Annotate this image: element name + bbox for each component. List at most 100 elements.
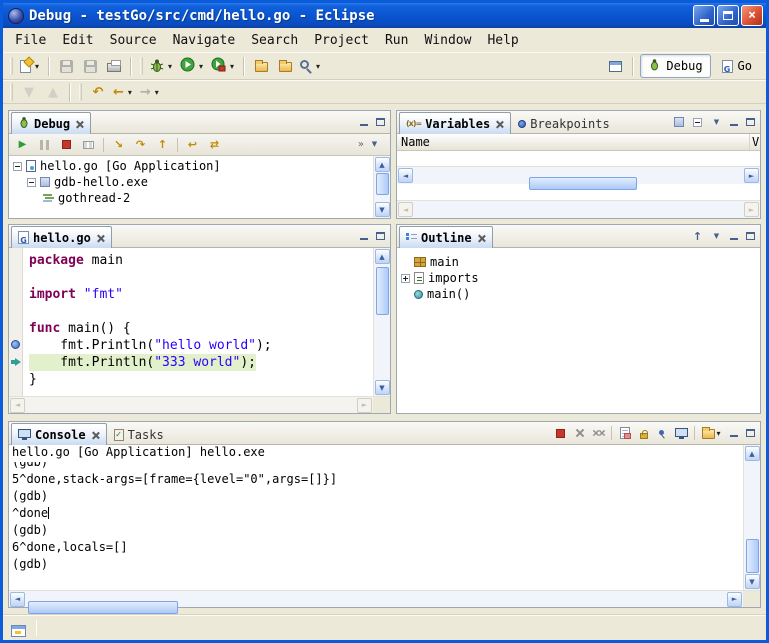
menu-help[interactable]: Help <box>479 30 526 51</box>
scroll-lock-button[interactable] <box>635 425 652 441</box>
scroll-up-button[interactable]: ▲ <box>745 446 760 461</box>
variables-tree[interactable] <box>397 151 760 166</box>
debug-perspective-button[interactable]: Debug <box>640 54 710 78</box>
scroll-left-button[interactable]: ◄ <box>398 202 413 217</box>
show-type-names-button[interactable] <box>670 114 687 130</box>
open-perspective-button[interactable] <box>604 54 626 78</box>
debug-tree-row[interactable]: gothread-2 <box>9 190 373 206</box>
collapse-all-button[interactable] <box>689 114 706 130</box>
outline-tree[interactable]: main imports main() <box>397 248 760 413</box>
step-filters-button[interactable]: ⇄ <box>205 136 224 154</box>
expand-expander-icon[interactable] <box>401 274 410 283</box>
scrollbar-track[interactable] <box>374 265 390 379</box>
drop-to-frame-button[interactable]: ↩ <box>183 136 202 154</box>
scroll-left-button[interactable]: ◄ <box>398 168 413 183</box>
console-vertical-scrollbar[interactable]: ▲ ▼ <box>743 445 760 590</box>
scrollbar-thumb[interactable] <box>376 173 389 195</box>
menu-edit[interactable]: Edit <box>54 30 101 51</box>
tab-hello-go[interactable]: G hello.go <box>11 226 112 248</box>
open-console-button[interactable]: ▾ <box>699 425 725 441</box>
go-perspective-button[interactable]: G Go <box>714 55 760 77</box>
tab-debug[interactable]: Debug <box>11 112 91 134</box>
scroll-right-button[interactable]: ► <box>744 168 759 183</box>
tab-tasks[interactable]: ✓ Tasks <box>107 424 171 444</box>
fast-view-icon[interactable] <box>11 625 26 637</box>
menu-search[interactable]: Search <box>243 30 306 51</box>
back-button[interactable]: ← ▾ <box>111 80 136 104</box>
open-file-button[interactable] <box>250 54 272 78</box>
maximize-view-button[interactable] <box>743 116 757 129</box>
menu-window[interactable]: Window <box>416 30 479 51</box>
minimize-view-button[interactable] <box>357 230 371 243</box>
search-button[interactable]: ▾ <box>298 54 324 78</box>
suspend-button[interactable] <box>35 136 54 154</box>
scrollbar-track[interactable] <box>374 173 390 201</box>
scrollbar-thumb[interactable] <box>746 539 759 573</box>
debug-tree-row[interactable]: gdb-hello.exe <box>9 174 373 190</box>
debug-vertical-scrollbar[interactable]: ▲ ▼ <box>373 156 390 218</box>
sort-button[interactable]: ↑ <box>689 228 706 244</box>
scroll-left-button[interactable]: ◄ <box>10 592 25 607</box>
close-tab-icon[interactable] <box>92 431 100 439</box>
close-tab-icon[interactable] <box>478 234 486 242</box>
view-menu-button[interactable]: ▼ <box>708 228 725 244</box>
last-edit-location-button[interactable]: ↶ <box>87 80 109 104</box>
maximize-view-button[interactable] <box>373 230 387 243</box>
close-tab-icon[interactable] <box>496 120 504 128</box>
editor-horizontal-scrollbar[interactable]: ◄ ► <box>9 396 373 413</box>
terminate-button[interactable] <box>57 136 76 154</box>
outline-row[interactable]: main() <box>397 286 760 302</box>
scroll-right-button[interactable]: ► <box>727 592 742 607</box>
resume-button[interactable]: ▶ <box>13 136 32 154</box>
view-menu-button[interactable]: ▼ <box>708 114 725 130</box>
show-console-on-output-button[interactable] <box>673 425 690 441</box>
titlebar[interactable]: Debug - testGo/src/cmd/hello.go - Eclips… <box>3 3 766 28</box>
scrollbar-thumb[interactable] <box>28 601 178 614</box>
breakpoint-marker-icon[interactable] <box>11 340 20 349</box>
console-text-area[interactable]: (gdb) 5^done,stack-args=[frame={level="0… <box>9 462 743 590</box>
remove-all-launches-button[interactable] <box>590 425 607 441</box>
scroll-up-button[interactable]: ▲ <box>375 157 390 172</box>
menu-project[interactable]: Project <box>306 30 377 51</box>
close-tab-icon[interactable] <box>97 234 105 242</box>
outline-row[interactable]: imports <box>397 270 760 286</box>
value-column-header[interactable]: V <box>750 135 760 149</box>
pin-console-button[interactable] <box>654 425 671 441</box>
minimize-view-button[interactable] <box>727 116 741 129</box>
console-horizontal-scrollbar[interactable]: ◄ ► <box>9 590 743 607</box>
minimize-view-button[interactable] <box>357 116 371 129</box>
external-tools-button[interactable]: ▾ <box>209 54 238 78</box>
terminate-console-button[interactable] <box>552 425 569 441</box>
scroll-left-button[interactable]: ◄ <box>10 398 25 413</box>
scroll-right-button[interactable]: ► <box>744 202 759 217</box>
close-tab-icon[interactable] <box>76 120 84 128</box>
close-window-button[interactable]: × <box>741 5 763 26</box>
menu-file[interactable]: File <box>7 30 54 51</box>
view-menu-button[interactable]: ▼ <box>366 137 383 153</box>
detail-horizontal-scrollbar[interactable]: ◄ ► <box>397 200 760 218</box>
clear-console-button[interactable] <box>616 425 633 441</box>
scroll-down-button[interactable]: ▼ <box>745 574 760 589</box>
menu-navigate[interactable]: Navigate <box>165 30 244 51</box>
step-into-button[interactable]: ↘ <box>109 136 128 154</box>
toolbar-grip[interactable] <box>10 57 13 75</box>
toolbar-overflow-icon[interactable]: » <box>358 140 364 150</box>
name-column-header[interactable]: Name <box>397 134 750 150</box>
tab-variables[interactable]: (x)= Variables <box>399 112 511 134</box>
step-over-button[interactable]: ↷ <box>131 136 150 154</box>
new-wizard-button[interactable]: ▾ <box>18 54 43 78</box>
tab-breakpoints[interactable]: Breakpoints <box>511 113 616 133</box>
next-annotation-button[interactable]: ▼ <box>18 80 40 104</box>
disconnect-button[interactable] <box>79 136 98 154</box>
maximize-window-button[interactable] <box>717 5 739 26</box>
variables-column-header[interactable]: Name V <box>397 134 760 151</box>
collapse-expander-icon[interactable] <box>27 178 36 187</box>
minimize-view-button[interactable] <box>727 230 741 243</box>
forward-button[interactable]: → ▾ <box>138 80 163 104</box>
debug-tree[interactable]: hello.go [Go Application] gdb-hello.exe … <box>9 156 373 218</box>
scrollbar-thumb[interactable] <box>529 177 637 190</box>
toolbar-grip[interactable] <box>10 83 13 101</box>
print-button[interactable] <box>103 54 125 78</box>
scroll-up-button[interactable]: ▲ <box>375 249 390 264</box>
scroll-right-button[interactable]: ► <box>357 398 372 413</box>
